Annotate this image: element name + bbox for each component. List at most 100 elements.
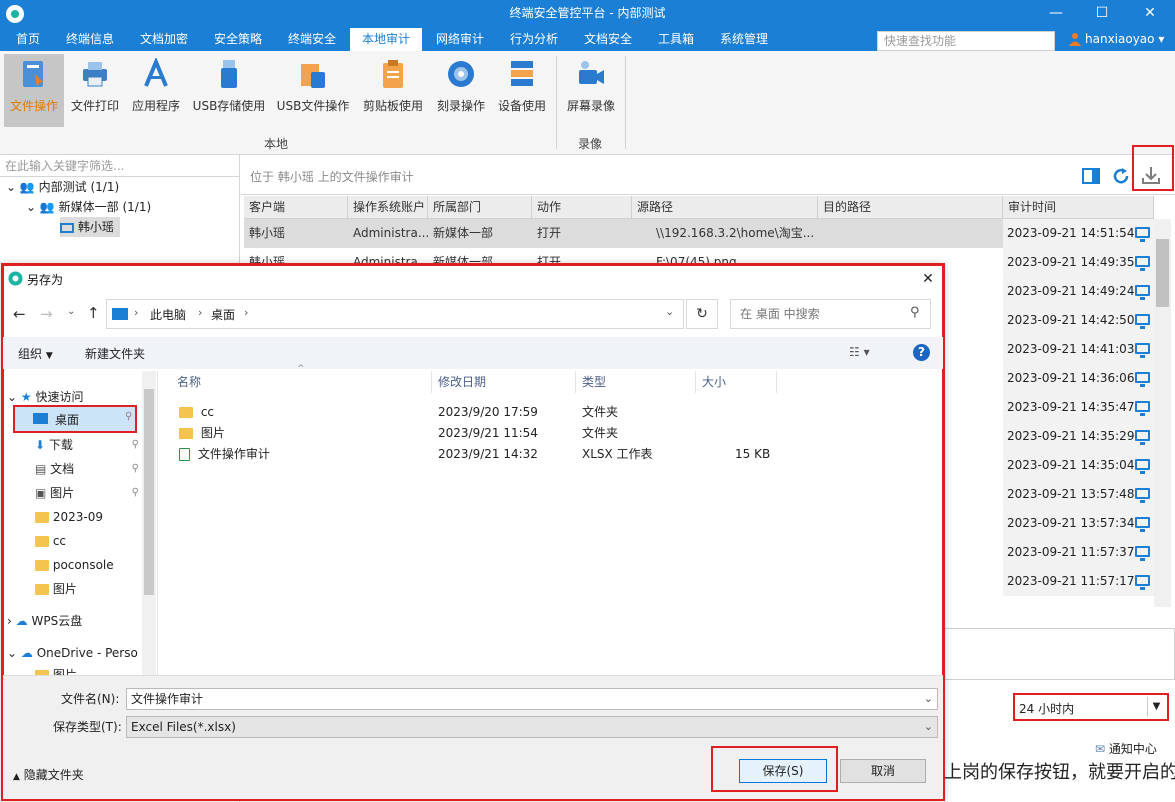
- nav-item-folder[interactable]: 图片: [35, 577, 77, 601]
- tree-node-user[interactable]: 韩小瑶: [60, 217, 120, 237]
- filename-input[interactable]: 文件操作审计 ⌄: [126, 688, 938, 710]
- col-os-account[interactable]: 操作系统账户: [348, 196, 428, 219]
- nav-item-desktop[interactable]: 桌面 ⚲: [13, 405, 137, 433]
- monitor-icon[interactable]: [1135, 575, 1150, 590]
- monitor-icon[interactable]: [1135, 372, 1150, 387]
- maximize-button[interactable]: ☐: [1090, 2, 1114, 24]
- col-modified[interactable]: 修改日期: [438, 371, 486, 393]
- tab-terminal-security[interactable]: 终端安全: [276, 28, 348, 51]
- new-folder-button[interactable]: 新建文件夹: [85, 345, 145, 362]
- columns-icon[interactable]: [1082, 168, 1100, 184]
- monitor-icon[interactable]: [1135, 459, 1150, 474]
- tab-doc-security[interactable]: 文档安全: [572, 28, 644, 51]
- col-audit-time[interactable]: 审计时间: [1003, 196, 1154, 219]
- refresh-icon[interactable]: [1112, 167, 1130, 185]
- forward-arrow-icon[interactable]: →: [40, 305, 53, 323]
- recent-chevron-icon[interactable]: ⌄: [67, 306, 75, 317]
- user-menu[interactable]: hanxiaoyao ▾: [1085, 32, 1164, 46]
- cancel-button[interactable]: 取消: [840, 759, 926, 783]
- application-button[interactable]: 应用程序: [126, 54, 186, 127]
- breadcrumb-this-pc[interactable]: 此电脑: [150, 306, 186, 323]
- monitor-icon[interactable]: [1135, 256, 1150, 271]
- col-divider[interactable]: [695, 371, 696, 393]
- notification-center[interactable]: ✉ 通知中心: [1095, 740, 1157, 757]
- nav-scrollbar[interactable]: [142, 371, 156, 675]
- quick-search-input[interactable]: 快速查找功能: [877, 31, 1055, 51]
- scrollbar-thumb[interactable]: [1156, 239, 1169, 307]
- address-bar[interactable]: › 此电脑 › 桌面 › ⌄: [106, 299, 684, 329]
- nav-item-onedrive[interactable]: ⌄ ☁ OneDrive - Perso: [7, 641, 138, 665]
- monitor-icon[interactable]: [1135, 227, 1150, 242]
- col-target-path[interactable]: 目的路径: [818, 196, 1003, 219]
- nav-item-folder[interactable]: cc: [35, 529, 66, 553]
- scrollbar-thumb[interactable]: [144, 389, 154, 595]
- tab-network-audit[interactable]: 网络审计: [424, 28, 496, 51]
- col-divider[interactable]: [575, 371, 576, 393]
- tab-terminal-info[interactable]: 终端信息: [54, 28, 126, 51]
- col-divider[interactable]: [776, 371, 777, 393]
- monitor-icon[interactable]: [1135, 314, 1150, 329]
- file-operation-button[interactable]: 文件操作: [4, 54, 64, 127]
- nav-item-pictures[interactable]: ▣ 图片 ⚲: [35, 481, 139, 505]
- organize-menu[interactable]: 组织 ▼: [18, 345, 53, 362]
- dialog-close-button[interactable]: ✕: [917, 268, 939, 290]
- hide-folders-toggle[interactable]: ▲ 隐藏文件夹: [13, 766, 84, 783]
- file-row[interactable]: 图片: [179, 423, 225, 444]
- tab-system-management[interactable]: 系统管理: [708, 28, 780, 51]
- help-icon[interactable]: ?: [913, 344, 930, 361]
- file-row[interactable]: cc: [179, 402, 214, 423]
- table-scrollbar[interactable]: [1154, 219, 1171, 607]
- chevron-down-icon[interactable]: ⌄: [665, 305, 674, 318]
- device-usage-button[interactable]: 设备使用: [494, 54, 550, 127]
- monitor-icon[interactable]: [1135, 430, 1150, 445]
- file-row[interactable]: 文件操作审计: [179, 444, 270, 465]
- table-row[interactable]: 韩小瑶 Administra... 新媒体一部 打开 \\192.168.3.2…: [244, 219, 1154, 248]
- screen-record-button[interactable]: 屏幕录像: [560, 54, 622, 127]
- time-range-select[interactable]: 24 小时内 ▼: [1013, 693, 1169, 721]
- burn-button[interactable]: 刻录操作: [430, 54, 492, 127]
- monitor-icon[interactable]: [1135, 546, 1150, 561]
- tab-security-policy[interactable]: 安全策略: [202, 28, 274, 51]
- filetype-select[interactable]: Excel Files(*.xlsx) ⌄: [126, 716, 938, 738]
- nav-item-downloads[interactable]: ⬇ 下载 ⚲: [35, 433, 139, 457]
- tab-home[interactable]: 首页: [4, 28, 52, 51]
- col-size[interactable]: 大小: [702, 371, 726, 393]
- nav-item-folder[interactable]: poconsole: [35, 553, 114, 577]
- nav-item-documents[interactable]: ▤ 文档 ⚲: [35, 457, 139, 481]
- col-action[interactable]: 动作: [532, 196, 632, 219]
- col-type[interactable]: 类型: [582, 371, 606, 393]
- chevron-down-icon[interactable]: ▼: [1147, 697, 1165, 717]
- close-button[interactable]: ✕: [1138, 2, 1162, 24]
- file-print-button[interactable]: 文件打印: [66, 54, 124, 127]
- col-client[interactable]: 客户端: [244, 196, 348, 219]
- save-button[interactable]: 保存(S): [739, 759, 827, 783]
- monitor-icon[interactable]: [1135, 517, 1150, 532]
- back-arrow-icon[interactable]: ←: [13, 305, 26, 323]
- col-divider[interactable]: [431, 371, 432, 393]
- tab-local-audit[interactable]: 本地审计: [350, 28, 422, 51]
- download-icon[interactable]: [1141, 165, 1161, 185]
- chevron-down-icon[interactable]: ⌄: [924, 717, 933, 737]
- monitor-icon[interactable]: [1135, 488, 1150, 503]
- nav-item-wps[interactable]: › ☁ WPS云盘: [7, 609, 82, 633]
- tab-behavior-analysis[interactable]: 行为分析: [498, 28, 570, 51]
- tab-toolbox[interactable]: 工具箱: [646, 28, 706, 51]
- monitor-icon[interactable]: [1135, 401, 1150, 416]
- up-arrow-icon[interactable]: ↑: [87, 304, 100, 322]
- tree-node-dept[interactable]: ⌄ 👥 新媒体一部 (1/1): [26, 197, 151, 217]
- monitor-icon[interactable]: [1135, 343, 1150, 358]
- tab-doc-encrypt[interactable]: 文档加密: [128, 28, 200, 51]
- refresh-button[interactable]: ↻: [686, 299, 718, 329]
- usb-storage-button[interactable]: USB存储使用: [190, 54, 268, 127]
- chevron-down-icon[interactable]: ⌄: [924, 689, 933, 709]
- tree-filter-input[interactable]: 在此输入关键字筛选...: [0, 157, 240, 177]
- monitor-icon[interactable]: [1135, 285, 1150, 300]
- col-department[interactable]: 所属部门: [428, 196, 532, 219]
- usb-file-operation-button[interactable]: USB文件操作: [272, 54, 354, 127]
- breadcrumb-desktop[interactable]: 桌面: [211, 306, 235, 323]
- clipboard-button[interactable]: 剪贴板使用: [358, 54, 428, 127]
- nav-item-partial[interactable]: 图片: [35, 663, 77, 675]
- col-name[interactable]: 名称: [177, 371, 201, 393]
- minimize-button[interactable]: —: [1044, 2, 1068, 24]
- col-source-path[interactable]: 源路径: [632, 196, 818, 219]
